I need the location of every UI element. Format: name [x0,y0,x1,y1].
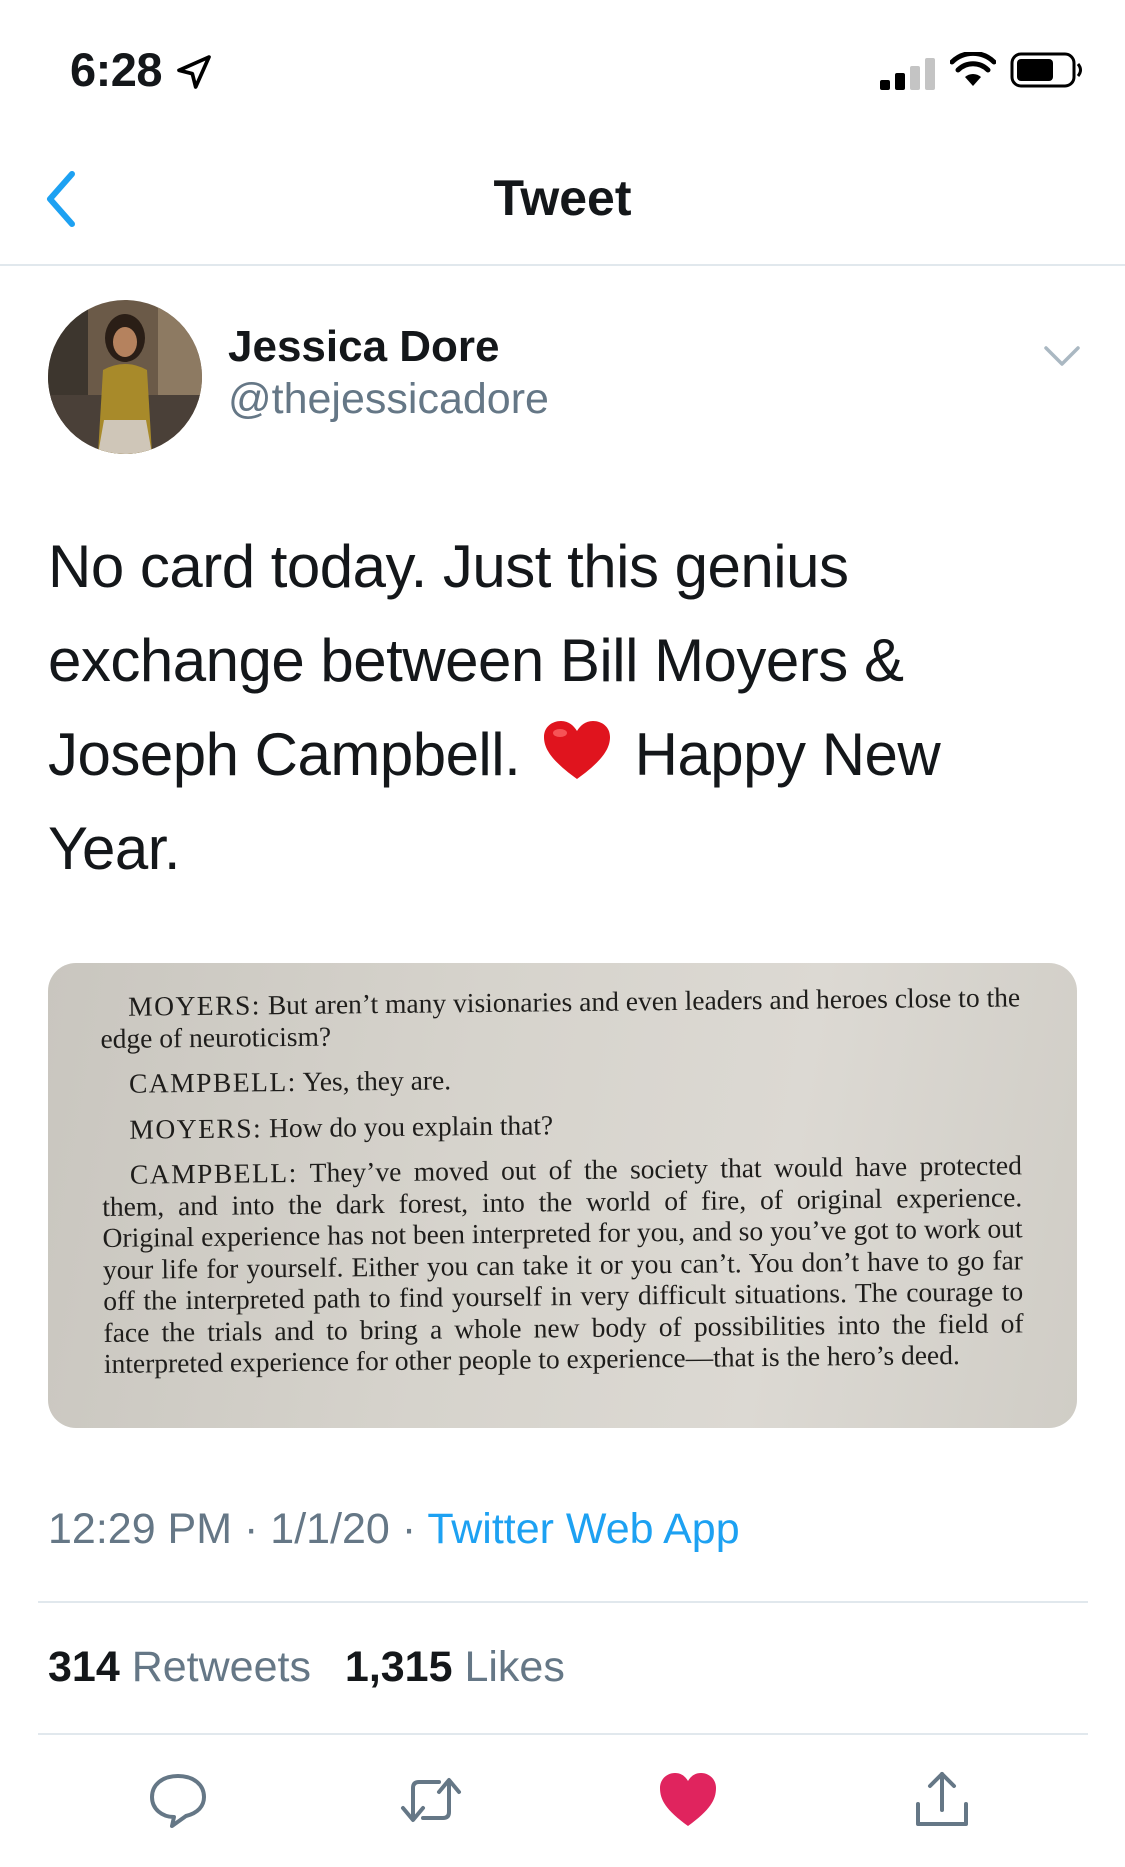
paragraph-text: How do you explain that? [268,1108,554,1143]
tweet-date: 1/1/20 [270,1505,390,1553]
red-heart-emoji-icon [544,721,611,779]
divider [38,1733,1088,1735]
meta-separator: · [401,1505,417,1553]
book-paragraph: CAMPBELL: Yes, they are. [101,1058,1021,1099]
wifi-icon [950,52,996,86]
status-bar: 6:28 [0,0,1125,135]
retweet-icon[interactable] [399,1768,463,1832]
nav-bar: Tweet [0,135,1125,266]
tweet-stats: 314 Retweets 1,315 Likes [48,1643,587,1692]
battery-icon [1010,52,1082,88]
book-page-text: MOYERS: But aren’t many visionaries and … [100,981,1024,1393]
retweets-stat[interactable]: 314 Retweets [48,1643,311,1691]
tweet-time: 12:29 PM [48,1505,233,1553]
avatar[interactable] [48,300,202,454]
likes-count: 1,315 [344,1643,453,1691]
speaker-label: CAMPBELL: [129,1156,298,1190]
tweet-text: No card today. Just this genius exchange… [48,520,1068,896]
location-arrow-icon [177,55,211,89]
book-paragraph: CAMPBELL: They’ve moved out of the socie… [102,1149,1024,1379]
book-paragraph: MOYERS: But aren’t many visionaries and … [100,981,1021,1054]
tweet-photo[interactable]: MOYERS: But aren’t many visionaries and … [48,963,1077,1428]
tweet-meta: 12:29 PM · 1/1/20 · Twitter Web App [48,1505,740,1554]
like-icon[interactable] [656,1768,720,1832]
likes-label: Likes [464,1643,565,1691]
speaker-label: CAMPBELL: [128,1065,297,1099]
speaker-label: MOYERS: [127,989,262,1022]
author-name[interactable]: Jessica Dore [228,322,500,372]
book-paragraph: MOYERS: How do you explain that? [101,1104,1021,1145]
divider [38,1601,1088,1603]
signal-icon [880,58,935,90]
retweets-label: Retweets [131,1643,311,1691]
status-time: 6:28 [70,43,163,96]
share-icon[interactable] [910,1768,974,1832]
tweet-source-link[interactable]: Twitter Web App [427,1505,739,1553]
chevron-down-icon[interactable] [1042,340,1082,370]
paragraph-text: Yes, they are. [302,1064,452,1097]
author-handle[interactable]: @thejessicadore [228,375,549,424]
page-title: Tweet [493,170,632,226]
likes-stat[interactable]: 1,315 Likes [345,1643,565,1691]
retweets-count: 314 [48,1643,120,1691]
reply-icon[interactable] [146,1768,210,1832]
speaker-label: MOYERS: [129,1111,263,1145]
meta-separator: · [244,1505,259,1553]
